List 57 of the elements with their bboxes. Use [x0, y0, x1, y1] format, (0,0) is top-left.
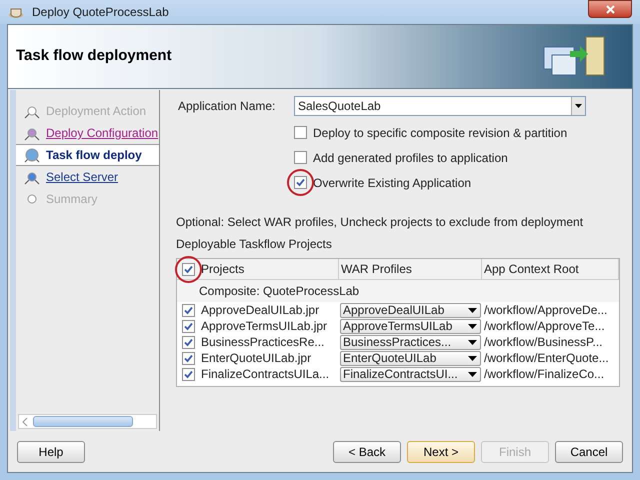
table-cell-text: ApproveTermsUILab.jpr: [200, 318, 328, 335]
section-label: Deployable Taskflow Projects: [176, 236, 333, 253]
field-label: Application Name:: [178, 98, 276, 115]
checkbox[interactable]: [182, 352, 194, 364]
column-header[interactable]: Projects: [199, 259, 339, 279]
table-cell-text: /workflow/FinalizeCo...: [483, 366, 606, 383]
wizard-button[interactable]: Cancel: [555, 441, 623, 463]
dropdown-arrow-icon: [468, 324, 477, 328]
checkbox[interactable]: [182, 320, 194, 332]
checkbox[interactable]: [294, 151, 307, 164]
help-button[interactable]: Help: [17, 441, 85, 463]
table-cell-text: /workflow/ApproveTe...: [483, 318, 606, 335]
war-profile-dropdown[interactable]: BusinessPractices...: [340, 334, 481, 350]
close-icon: [606, 4, 614, 14]
dropdown-arrow-icon: [468, 356, 477, 360]
dropdown-arrow-icon: [468, 372, 477, 376]
column-header[interactable]: WAR Profiles: [339, 259, 482, 279]
dropdown-arrow-icon: [575, 104, 582, 108]
wizard-step[interactable]: Task flow deploy: [16, 144, 159, 166]
table-cell-text: /workflow/ApproveDe...: [483, 302, 608, 319]
wizard-button[interactable]: < Back: [333, 441, 401, 463]
horizontal-scrollbar[interactable]: [18, 414, 157, 429]
dropdown-arrow-icon: [468, 308, 477, 312]
table-cell-text: FinalizeContractsUILa...: [200, 366, 330, 383]
checkbox[interactable]: [182, 368, 194, 380]
checkbox-label: Overwrite Existing Application: [313, 174, 472, 192]
war-profile-dropdown[interactable]: FinalizeContractsUI...: [340, 366, 481, 382]
close-button[interactable]: [588, 0, 632, 18]
checkbox[interactable]: [294, 126, 307, 139]
table-cell-text: BusinessPracticesRe...: [200, 334, 326, 351]
table-cell-text: /workflow/EnterQuote...: [483, 350, 610, 367]
application-name-dropdown[interactable]: SalesQuoteLab: [294, 96, 586, 116]
hint-text: Optional: Select WAR profiles, Uncheck projects to exclude from deployment: [176, 214, 584, 231]
table-cell-text: ApproveDealUILab.jpr: [200, 302, 320, 319]
step-node-icon: [24, 147, 40, 163]
group-row-label: Composite: QuoteProcessLab: [199, 283, 360, 300]
checkbox[interactable]: [182, 262, 194, 276]
checkmark-icon: [296, 178, 305, 187]
war-profile-dropdown[interactable]: EnterQuoteUILab: [340, 350, 481, 366]
dropdown-arrow-icon: [468, 340, 477, 344]
checkbox[interactable]: [294, 176, 307, 189]
scrollbar-thumb[interactable]: [33, 416, 133, 427]
wizard-button[interactable]: Next >: [407, 441, 475, 463]
table-cell-text: /workflow/BusinessP...: [483, 334, 604, 351]
checkbox[interactable]: [182, 336, 194, 348]
window-title: Deploy QuoteProcessLab: [32, 4, 169, 21]
checkmark-icon: [184, 264, 192, 274]
war-profile-dropdown[interactable]: ApproveTermsUILab: [340, 318, 481, 334]
checkbox-label: Deploy to specific composite revision & partition: [313, 124, 568, 142]
column-header[interactable]: App Context Root: [482, 259, 619, 279]
checkbox[interactable]: [182, 304, 194, 316]
wizard-step[interactable]: Deploy Configuration: [16, 122, 159, 144]
wizard-step[interactable]: Select Server: [16, 166, 159, 188]
table-cell-text: EnterQuoteUILab.jpr: [200, 350, 312, 367]
war-profile-dropdown[interactable]: ApproveDealUILab: [340, 302, 481, 318]
checkbox-label: Add generated profiles to application: [313, 150, 508, 166]
page-title: Task flow deployment: [16, 46, 172, 66]
